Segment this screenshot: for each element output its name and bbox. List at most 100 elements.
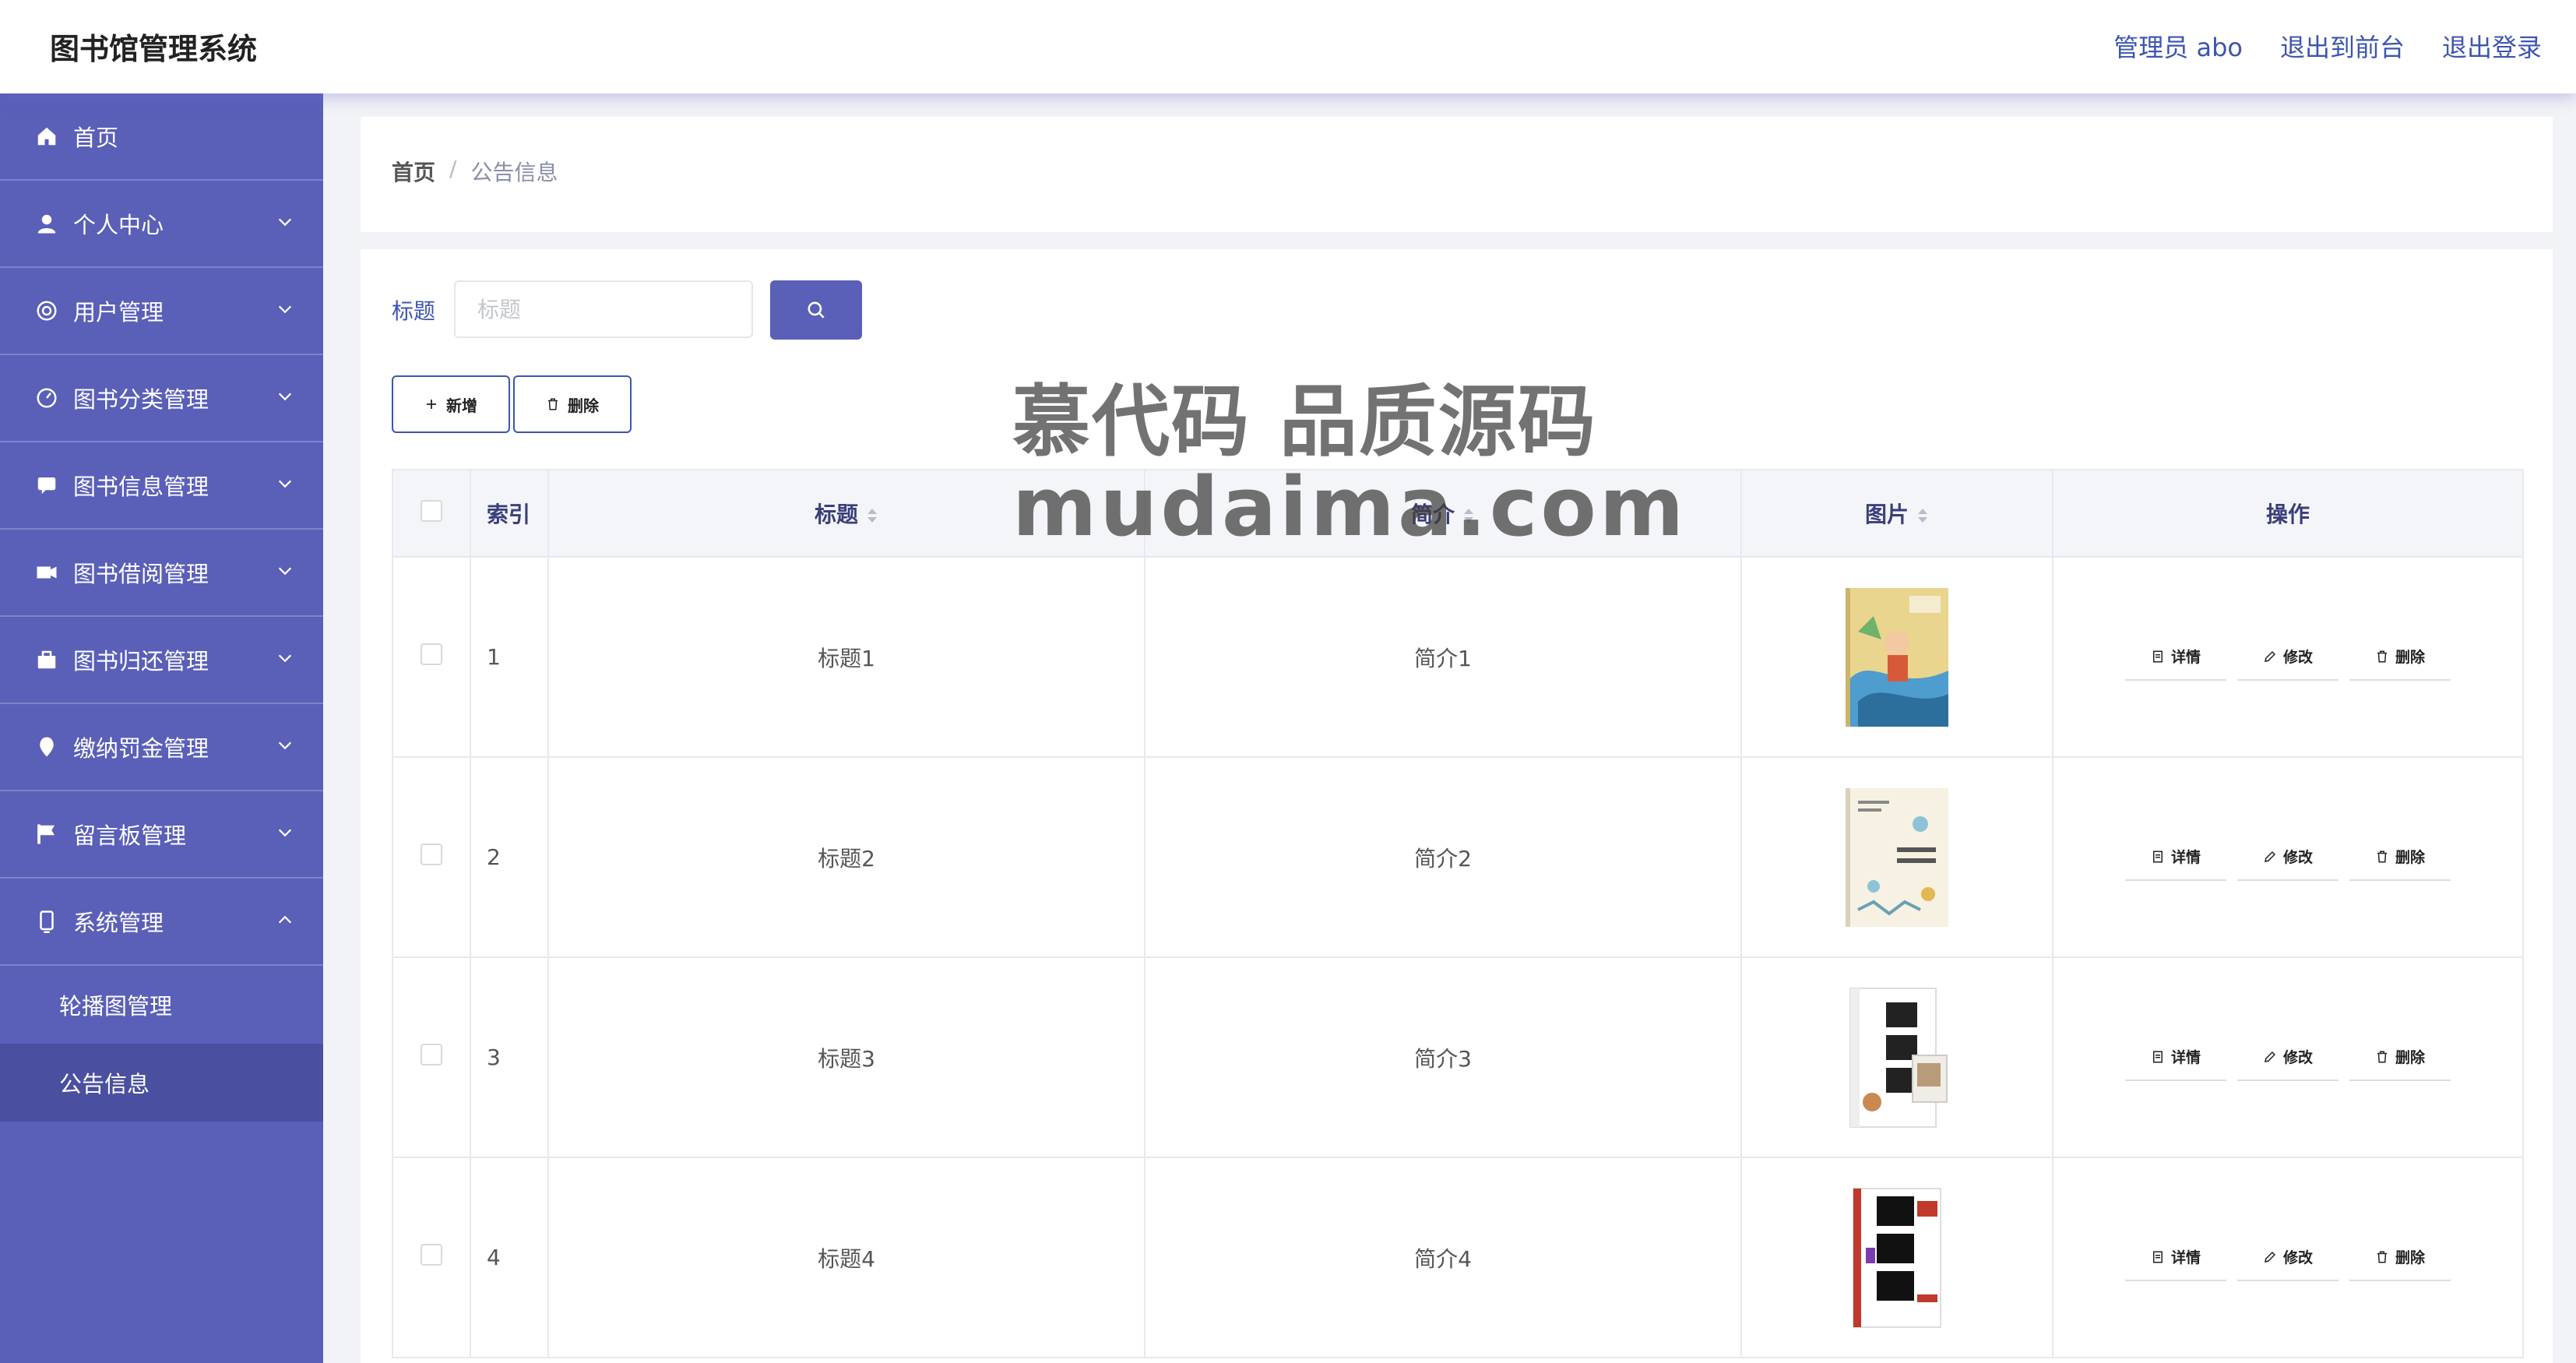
delete-button[interactable]: 删除	[2349, 633, 2451, 681]
row-checkbox[interactable]	[421, 1244, 442, 1266]
sidebar-item-fine[interactable]: 缴纳罚金管理	[0, 704, 323, 791]
sidebar-item-label: 留言板管理	[73, 822, 187, 849]
book-cover-3[interactable]	[1842, 985, 1951, 1130]
row-checkbox[interactable]	[421, 844, 442, 865]
row-title: 标题2	[547, 756, 1145, 958]
home-icon	[33, 122, 61, 150]
sidebar-subitem-carousel[interactable]: 轮播图管理	[0, 966, 323, 1044]
edit-label: 修改	[2282, 1249, 2313, 1266]
delete-button[interactable]: 删除	[2349, 1034, 2451, 1081]
sidebar-item-label: 首页	[73, 125, 119, 151]
row-ops-cell: 详情 修改 删除	[2052, 1157, 2524, 1358]
title-search-input[interactable]	[454, 280, 753, 338]
row-title: 标题1	[547, 556, 1145, 758]
chevron-down-icon	[278, 567, 292, 576]
sidebar-item-label: 图书分类管理	[73, 386, 209, 413]
top-header: 图书馆管理系统 管理员 abo 退出到前台 退出登录	[0, 0, 2576, 93]
sidebar-item-book-info[interactable]: 图书信息管理	[0, 442, 323, 530]
edit-icon	[2265, 1051, 2276, 1062]
detail-button[interactable]: 详情	[2125, 1234, 2226, 1281]
row-intro: 简介1	[1144, 556, 1742, 758]
chevron-down-icon	[278, 305, 292, 314]
trash-icon	[548, 398, 558, 410]
trash-icon	[2377, 851, 2387, 862]
sort-icon[interactable]	[866, 506, 878, 525]
search-button[interactable]	[770, 280, 862, 340]
watermark-line2: mudaima.com	[1012, 460, 1687, 555]
detail-button[interactable]: 详情	[2125, 1034, 2226, 1081]
breadcrumb: 首页 / 公告信息	[392, 156, 558, 187]
row-intro: 简介2	[1144, 756, 1742, 958]
trash-icon	[2377, 1051, 2387, 1062]
document-icon	[2152, 851, 2163, 862]
book-cover-1[interactable]	[1842, 585, 1951, 730]
table-row: 2 标题2 简介2 详情 修改 删除	[392, 756, 2524, 958]
admin-user-link[interactable]: 管理员 abo	[2113, 28, 2243, 64]
chevron-down-icon	[278, 654, 292, 663]
delete-label: 删除	[2395, 849, 2425, 866]
edit-icon	[2265, 851, 2276, 862]
breadcrumb-home[interactable]: 首页	[392, 156, 435, 187]
search-icon	[808, 301, 825, 319]
exit-to-front-link[interactable]: 退出到前台	[2280, 28, 2405, 64]
sidebar-item-book-category[interactable]: 图书分类管理	[0, 355, 323, 442]
batch-delete-button[interactable]: 删除	[513, 375, 632, 433]
row-title: 标题3	[547, 956, 1145, 1158]
sidebar-item-borrow[interactable]: 图书借阅管理	[0, 530, 323, 617]
chevron-down-icon	[278, 480, 292, 488]
row-image-cell	[1740, 756, 2053, 958]
row-intro: 简介4	[1144, 1157, 1742, 1358]
sidebar-item-message-board[interactable]: 留言板管理	[0, 791, 323, 879]
edit-button[interactable]: 修改	[2237, 833, 2338, 881]
detail-button[interactable]: 详情	[2125, 633, 2226, 681]
header-links: 管理员 abo 退出到前台 退出登录	[2113, 28, 2542, 64]
trash-icon	[2377, 650, 2387, 662]
edit-button[interactable]: 修改	[2237, 1234, 2338, 1281]
row-checkbox[interactable]	[421, 1044, 442, 1065]
delete-label: 删除	[2395, 1249, 2425, 1266]
edit-label: 修改	[2282, 649, 2313, 666]
row-index: 4	[470, 1157, 549, 1358]
book-cover-2[interactable]	[1842, 785, 1951, 930]
header-image-label: 图片	[1864, 502, 1909, 527]
select-all-checkbox[interactable]	[421, 499, 442, 522]
header-image[interactable]: 图片	[1740, 469, 2053, 558]
sidebar-item-label: 图书归还管理	[73, 648, 209, 674]
sidebar-item-home[interactable]: 首页	[0, 93, 323, 181]
message-icon	[33, 820, 61, 848]
edit-icon	[2265, 650, 2276, 662]
detail-button[interactable]: 详情	[2125, 833, 2226, 881]
delete-button[interactable]: 删除	[2349, 833, 2451, 881]
row-ops-cell: 详情 修改 删除	[2052, 756, 2524, 958]
title-filter-label: 标题	[392, 298, 436, 324]
watermark-line1: 慕代码 品质源码	[1012, 376, 1597, 467]
notice-table: 索引 标题 简介 图片 操作 1 标题1 简介1 详情 修改 删除 2 标题2 …	[392, 469, 2524, 1358]
edit-button[interactable]: 修改	[2237, 1034, 2338, 1081]
sidebar-subitem-notice[interactable]: 公告信息	[0, 1044, 323, 1122]
user-icon	[33, 210, 61, 238]
sort-icon[interactable]	[1916, 506, 1929, 525]
edit-label: 修改	[2282, 1049, 2313, 1066]
sidebar-item-label: 用户管理	[73, 299, 164, 326]
add-button[interactable]: 新增	[392, 375, 510, 433]
table-row: 1 标题1 简介1 详情 修改 删除	[392, 556, 2524, 758]
delete-label: 删除	[2395, 1049, 2425, 1066]
sidebar-item-profile[interactable]: 个人中心	[0, 181, 323, 268]
sidebar-item-users[interactable]: 用户管理	[0, 268, 323, 355]
row-checkbox[interactable]	[421, 643, 442, 665]
row-image-cell	[1740, 1157, 2053, 1358]
detail-label: 详情	[2170, 649, 2201, 666]
row-select-cell	[392, 1157, 471, 1358]
breadcrumb-separator: /	[449, 156, 457, 181]
borrow-icon	[33, 558, 61, 586]
edit-button[interactable]: 修改	[2237, 633, 2338, 681]
category-icon	[33, 384, 61, 412]
logout-link[interactable]: 退出登录	[2442, 28, 2542, 64]
book-cover-4[interactable]	[1842, 1185, 1951, 1330]
header-title-label: 标题	[814, 502, 858, 527]
sidebar-item-system[interactable]: 系统管理	[0, 879, 323, 966]
delete-button-label: 删除	[568, 396, 599, 415]
sidebar-item-return[interactable]: 图书归还管理	[0, 617, 323, 704]
row-ops-cell: 详情 修改 删除	[2052, 956, 2524, 1158]
delete-button[interactable]: 删除	[2349, 1234, 2451, 1281]
